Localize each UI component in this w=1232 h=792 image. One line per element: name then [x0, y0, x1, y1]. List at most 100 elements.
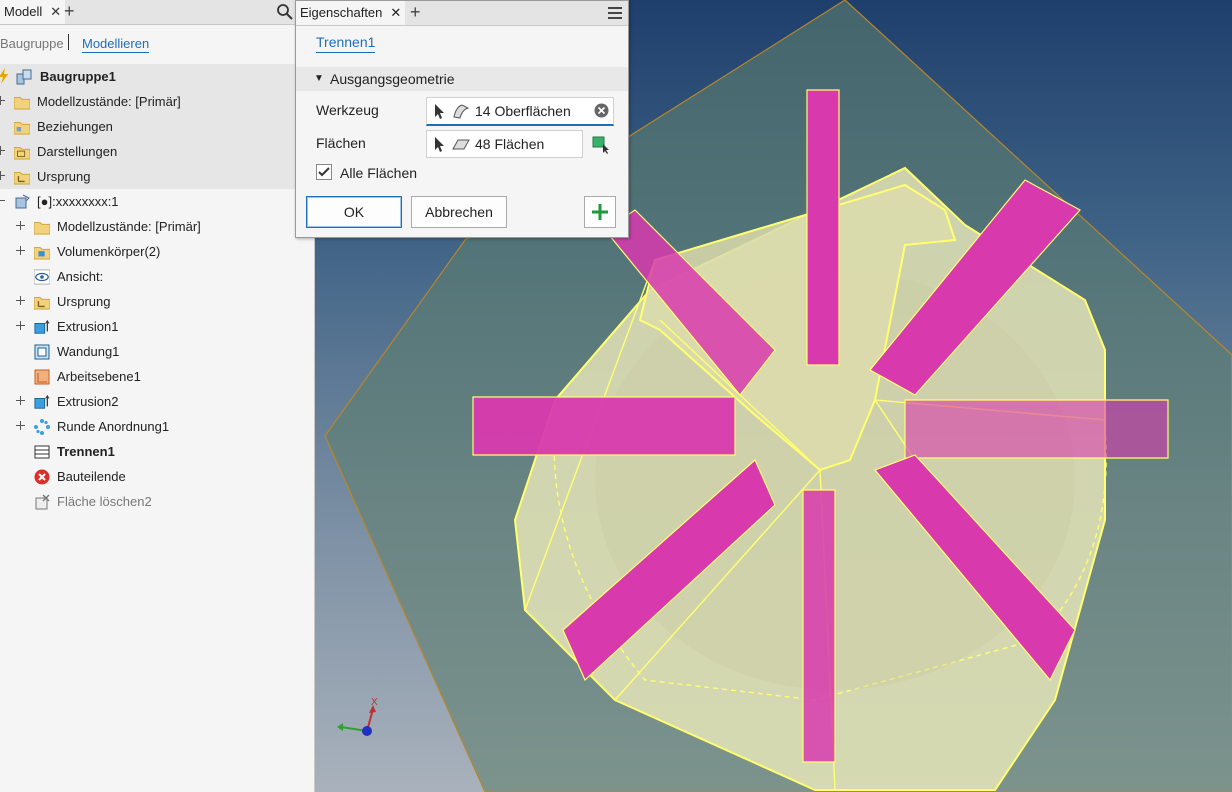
tool-selector[interactable]: 14 Oberflächen [426, 97, 614, 126]
tree-item-representations[interactable]: Darstellungen [0, 139, 314, 164]
axis-triad-icon: X [337, 697, 378, 736]
axis-x-label: X [371, 697, 378, 708]
tree-item-label: [●]:xxxxxxxx:1 [37, 194, 119, 209]
tree-item-label: Arbeitsebene1 [57, 369, 141, 384]
origin-folder-icon [14, 172, 30, 185]
section-title: Ausgangsgeometrie [330, 71, 455, 87]
tool-label: Werkzeug [316, 102, 379, 118]
mode-divider [68, 34, 69, 50]
tree-item-circular-pattern[interactable]: Runde Anordnung1 [0, 414, 314, 439]
properties-panel: Eigenschaften ✕ + Trennen1 ▼ Ausgangsgeom… [295, 0, 629, 238]
tree-item-label: Volumenkörper(2) [57, 244, 161, 259]
tree-item-label: Bauteilende [57, 469, 126, 484]
add-tab-icon[interactable]: + [64, 0, 75, 24]
expand-icon[interactable] [16, 321, 25, 330]
tab-properties[interactable]: Eigenschaften ✕ [296, 1, 406, 25]
collapse-triangle-icon[interactable]: ▼ [314, 67, 324, 91]
expand-icon[interactable] [16, 246, 25, 255]
tree-item-label: Modellzustände: [Primär] [57, 219, 201, 234]
tree-item-part[interactable]: [●]:xxxxxxxx:1 [0, 189, 314, 214]
tree-item-extrusion2[interactable]: Extrusion2 [0, 389, 314, 414]
expand-icon[interactable] [16, 396, 25, 405]
tree-item-relations[interactable]: Beziehungen [0, 114, 314, 139]
select-body-icon[interactable] [592, 135, 612, 155]
close-icon[interactable]: ✕ [50, 0, 61, 24]
tree-item-origin[interactable]: Ursprung [0, 164, 314, 189]
tree-item-end-of-part[interactable]: Bauteilende [0, 464, 314, 489]
plus-icon [592, 204, 608, 220]
tool-bar-left [472, 396, 736, 456]
expand-icon[interactable] [0, 171, 5, 180]
apply-button[interactable] [584, 196, 616, 228]
shell-icon [34, 344, 50, 360]
tree-item-label: Runde Anordnung1 [57, 419, 170, 434]
properties-tab-bar: Eigenschaften ✕ + [296, 1, 628, 26]
mode-modeling[interactable]: Modellieren [82, 36, 150, 53]
eye-icon [34, 269, 50, 285]
tool-value: 14 Oberflächen [475, 103, 571, 119]
feature-name-field[interactable]: Trennen1 [316, 34, 376, 53]
expand-icon[interactable] [16, 221, 25, 230]
end-of-part-icon [34, 469, 50, 485]
expand-icon[interactable] [0, 96, 5, 105]
section-input-geometry[interactable]: ▼ Ausgangsgeometrie [296, 67, 628, 91]
tree-item-part-origin[interactable]: Ursprung [0, 289, 314, 314]
tree-item-view[interactable]: Ansicht: [0, 264, 314, 289]
tree-item-modelstates[interactable]: Modellzustände: [Primär] [0, 89, 314, 114]
mode-assembly[interactable]: Baugruppe [0, 36, 64, 51]
lightning-icon [0, 68, 8, 84]
tree-item-label: Wandung1 [57, 344, 120, 359]
search-icon[interactable] [276, 3, 294, 21]
tool-bar-right [904, 399, 1169, 459]
tree-item-label: Ursprung [57, 294, 111, 309]
menu-icon[interactable] [608, 6, 622, 20]
clear-icon[interactable] [594, 103, 609, 118]
extrusion-icon [34, 319, 50, 334]
tree-item-extrusion1[interactable]: Extrusion1 [0, 314, 314, 339]
tree-root-label: Baugruppe1 [40, 69, 116, 84]
expand-icon[interactable] [16, 421, 25, 430]
tree-item-solid-bodies[interactable]: Volumenkörper(2) [0, 239, 314, 264]
split-icon [34, 445, 50, 459]
expand-icon[interactable] [16, 296, 25, 305]
tree-root[interactable]: Baugruppe1 [0, 64, 314, 89]
tree-item-part-modelstates[interactable]: Modellzustände: [Primär] [0, 214, 314, 239]
folder-icon [14, 97, 30, 110]
faces-selector[interactable]: 48 Flächen [426, 130, 583, 158]
tree-item-label: Darstellungen [37, 144, 118, 159]
all-faces-checkbox[interactable] [316, 164, 332, 180]
close-icon[interactable]: ✕ [390, 5, 401, 20]
tree-item-label: Trennen1 [57, 444, 115, 459]
delete-face-icon [35, 494, 50, 510]
tree-item-label: Beziehungen [37, 119, 113, 134]
browser-tab-bar: Modell ✕ + [0, 0, 314, 25]
tab-model[interactable]: Modell ✕ [0, 0, 66, 24]
tree-item-split[interactable]: Trennen1 [0, 439, 314, 464]
add-tab-icon[interactable]: + [410, 1, 421, 25]
assembly-icon [16, 69, 32, 85]
all-faces-label: Alle Flächen [340, 165, 418, 181]
tree-item-shell[interactable]: Wandung1 [0, 339, 314, 364]
folder-icon [34, 222, 50, 235]
select-cursor-icon [435, 104, 444, 119]
circular-pattern-icon [34, 419, 50, 435]
ok-button[interactable]: OK [306, 196, 402, 228]
expand-icon[interactable] [0, 146, 5, 155]
tree-item-label: Ursprung [37, 169, 91, 184]
faces-value: 48 Flächen [475, 136, 545, 152]
check-icon [318, 167, 330, 177]
tool-bar-bottom [802, 489, 836, 763]
tab-properties-label: Eigenschaften [300, 5, 383, 20]
cancel-button[interactable]: Abbrechen [411, 196, 507, 228]
select-cursor-icon [435, 137, 444, 152]
surface-icon [453, 104, 470, 119]
browser-mode-switch: Baugruppe Modellieren [0, 30, 314, 54]
tree-item-workplane[interactable]: Arbeitsebene1 [0, 364, 314, 389]
tree-item-delete-face[interactable]: Fläche löschen2 [0, 489, 314, 514]
collapse-icon[interactable] [0, 196, 5, 205]
tab-model-label: Modell [4, 4, 43, 19]
work-plane-icon [34, 369, 50, 385]
tree-item-label: Extrusion2 [57, 394, 119, 409]
relations-folder-icon [14, 122, 30, 135]
solid-bodies-folder-icon [34, 247, 50, 260]
